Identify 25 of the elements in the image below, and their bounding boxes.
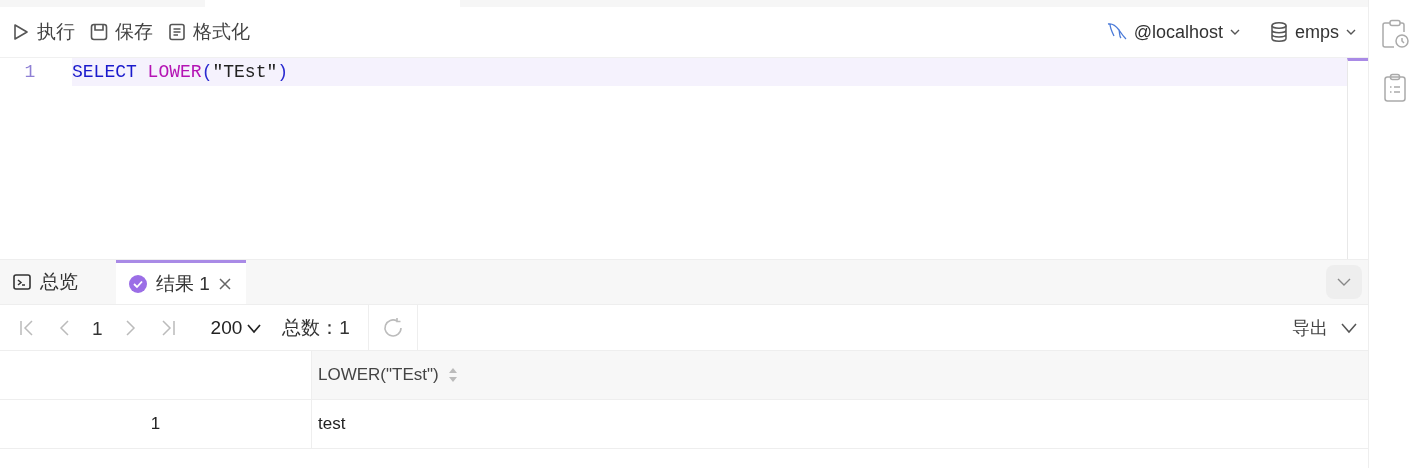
database-select[interactable]: emps — [1266, 17, 1360, 47]
page-number: 1 — [92, 317, 103, 340]
clipboard-clock-icon[interactable] — [1380, 18, 1410, 50]
total-count: 总数：1 — [282, 315, 351, 340]
result-tab[interactable]: 结果 1 — [116, 260, 246, 304]
play-icon — [11, 22, 31, 42]
column-header: LOWER("TEst") — [318, 365, 439, 385]
line-number: 1 — [23, 62, 37, 82]
toolbar-button[interactable]: 保存 — [86, 15, 156, 49]
connection-select[interactable]: @localhost — [1102, 17, 1244, 47]
row-number: 1 — [150, 414, 161, 434]
toolbar-button[interactable]: 执行 — [8, 15, 78, 49]
export-button[interactable]: 导出 — [1286, 314, 1364, 341]
terminal-icon — [12, 272, 32, 292]
clipboard-list-icon[interactable] — [1382, 72, 1408, 104]
collapse-button[interactable] — [1326, 265, 1362, 299]
save-icon — [89, 22, 109, 42]
check-circle-icon — [128, 273, 148, 294]
table-cell: test — [318, 414, 346, 434]
page-size-select[interactable]: 200 — [204, 315, 269, 340]
database-icon — [1269, 21, 1289, 43]
close-icon[interactable] — [217, 276, 232, 291]
result-tab[interactable]: 总览 — [0, 260, 116, 304]
document-icon — [167, 22, 187, 42]
toolbar-button[interactable]: 格式化 — [164, 15, 253, 49]
